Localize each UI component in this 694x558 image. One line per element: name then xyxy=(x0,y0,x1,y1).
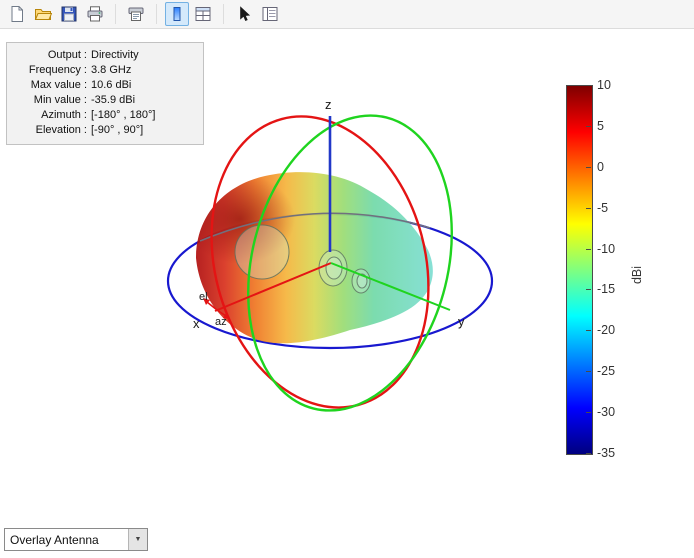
colorbar-tick xyxy=(586,126,591,127)
info-row-elevation: Elevation : [-90° , 90°] xyxy=(7,123,197,138)
colorbar-tick-label: -10 xyxy=(597,242,615,256)
x-axis-label: x xyxy=(193,316,200,331)
colorbar-tick-label: -15 xyxy=(597,282,615,296)
colorbar-tick xyxy=(586,289,591,290)
info-row-max-value: Max value : 10.6 dBi xyxy=(7,78,197,93)
info-row-frequency: Frequency : 3.8 GHz xyxy=(7,63,197,78)
colorbar-tick-label: -25 xyxy=(597,364,615,378)
colorbar-tick-label: 5 xyxy=(597,119,604,133)
overlay-antenna-select[interactable]: Overlay Antenna ▼ xyxy=(4,528,148,551)
y-axis-label: y xyxy=(458,314,465,329)
colorbar-tick xyxy=(586,412,591,413)
colorbar-tick xyxy=(586,330,591,331)
info-row-min-value: Min value : -35.9 dBi xyxy=(7,93,197,108)
pattern-viewer-window: z x y el az Output : Directivity Frequen… xyxy=(0,0,694,558)
colorbar-tick-label: 0 xyxy=(597,160,604,174)
colorbar-unit-label: dBi xyxy=(630,266,644,284)
pattern-info-panel: Output : Directivity Frequency : 3.8 GHz… xyxy=(6,42,204,145)
az-label: az xyxy=(215,316,227,328)
z-axis-label: z xyxy=(325,97,332,112)
colorbar-tick xyxy=(586,249,591,250)
colorbar-tick xyxy=(586,453,591,454)
colorbar xyxy=(566,85,593,455)
info-row-output: Output : Directivity xyxy=(7,48,197,63)
chevron-down-icon: ▼ xyxy=(128,529,147,550)
colorbar-tick xyxy=(586,85,591,86)
colorbar-tick-label: -20 xyxy=(597,323,615,337)
colorbar-tick xyxy=(586,167,591,168)
colorbar-tick xyxy=(586,371,591,372)
el-label: el xyxy=(199,291,208,303)
colorbar-tick xyxy=(586,208,591,209)
info-row-azimuth: Azimuth : [-180° , 180°] xyxy=(7,108,197,123)
overlay-antenna-value: Overlay Antenna xyxy=(5,533,128,547)
colorbar-tick-label: 10 xyxy=(597,78,611,92)
colorbar-tick-label: -35 xyxy=(597,446,615,460)
colorbar-tick-label: -30 xyxy=(597,405,615,419)
colorbar-tick-label: -5 xyxy=(597,201,608,215)
